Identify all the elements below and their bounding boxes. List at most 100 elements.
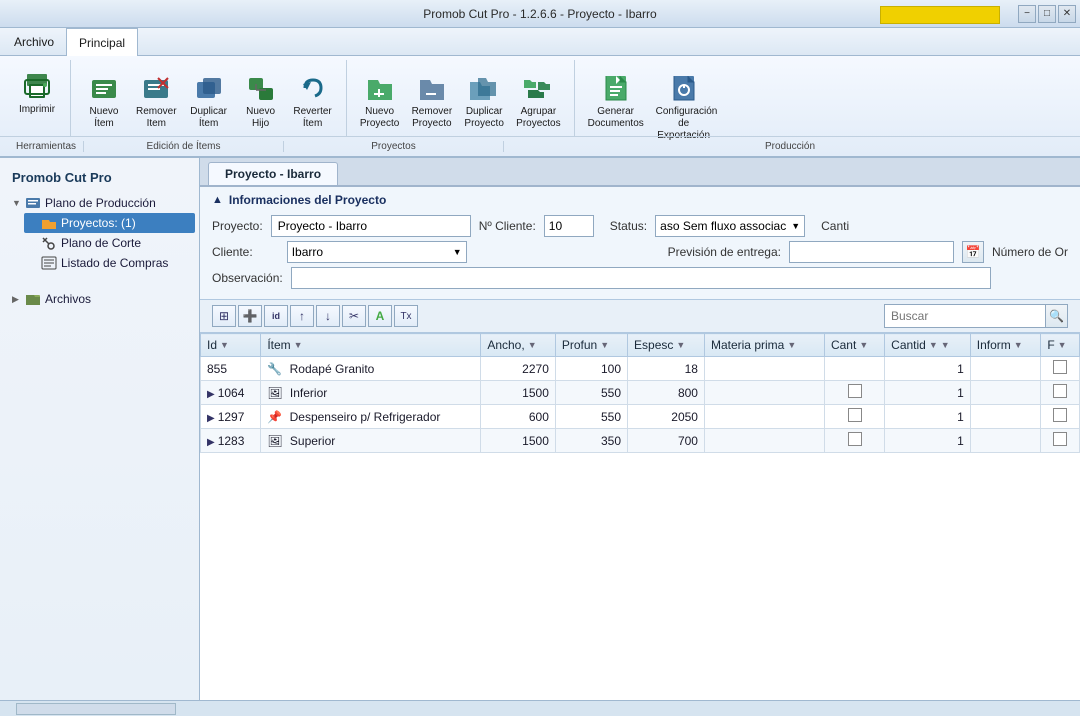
close-button[interactable]: ✕ — [1058, 5, 1076, 23]
btn-remover-item[interactable]: RemoverItem — [131, 68, 182, 134]
search-button[interactable]: 🔍 — [1045, 305, 1067, 327]
tb-tx-btn[interactable]: Tx — [394, 305, 418, 327]
cell-ancho-1297: 600 — [481, 405, 556, 429]
filter-id-icon[interactable]: ▼ — [220, 340, 229, 350]
cell-id-1283: ▶1283 — [201, 429, 261, 453]
btn-config-exportacion[interactable]: Configuraciónde Exportación — [651, 68, 717, 146]
tb-scissors-btn[interactable]: ✂ — [342, 305, 366, 327]
btn-generar-doc[interactable]: GenerarDocumentos — [583, 68, 649, 134]
cell-inform-1283 — [970, 429, 1041, 453]
checkbox-855[interactable] — [1053, 360, 1067, 374]
tree-archivos[interactable]: ▶ Archivos — [8, 289, 195, 309]
tb-up-btn[interactable]: ↑ — [290, 305, 314, 327]
col-inform: Inform ▼ — [970, 334, 1041, 357]
filter-ancho-icon[interactable]: ▼ — [528, 340, 537, 350]
filter-profun-icon[interactable]: ▼ — [600, 340, 609, 350]
nro-cliente-input[interactable] — [544, 215, 594, 237]
duplicar-item-icon — [193, 72, 225, 104]
app-body: Promob Cut Pro ▼ Plano de Producción Pro… — [0, 158, 1080, 700]
prevision-input[interactable] — [789, 241, 954, 263]
expand-1283[interactable]: ▶ — [207, 437, 215, 448]
btn-nuevo-item[interactable]: NuevoÍtem — [79, 68, 129, 134]
toolbar-strip: ⊞ ➕ id ↑ ↓ ✂ A Tx — [200, 300, 1080, 333]
checkbox-cant-1283[interactable] — [848, 432, 862, 446]
btn-agrupar-proyectos[interactable]: AgruparProyectos — [511, 68, 565, 134]
btn-nuevo-proyecto[interactable]: NuevoProyecto — [355, 68, 405, 134]
yellow-indicator — [880, 6, 1000, 24]
tb-grid-btn[interactable]: ⊞ — [212, 305, 236, 327]
filter-inform-icon[interactable]: ▼ — [1014, 340, 1023, 350]
nuevo-item-icon — [88, 72, 120, 104]
cell-materia-1064 — [704, 381, 824, 405]
btn-duplicar-proyecto[interactable]: DuplicarProyecto — [459, 68, 509, 134]
cell-id-1297: ▶1297 — [201, 405, 261, 429]
col-profun: Profun ▼ — [555, 334, 627, 357]
maximize-button[interactable]: □ — [1038, 5, 1056, 23]
bottom-scroll — [0, 700, 1080, 716]
status-dropdown[interactable]: aso Sem fluxo associac ▼ — [655, 215, 805, 237]
tab-proyecto-ibarro[interactable]: Proyecto - Ibarro — [208, 162, 338, 185]
horizontal-scrollbar[interactable] — [16, 703, 176, 715]
calendar-button[interactable]: 📅 — [962, 241, 984, 263]
checkbox-cant-1064[interactable] — [848, 384, 862, 398]
remover-item-label: RemoverItem — [136, 106, 177, 130]
filter-f-icon[interactable]: ▼ — [1058, 340, 1067, 350]
checkbox-cant-1297[interactable] — [848, 408, 862, 422]
tb-add-btn[interactable]: ➕ — [238, 305, 262, 327]
cell-cantid-1297: 1 — [885, 405, 971, 429]
cell-materia-1297 — [704, 405, 824, 429]
tx-icon: Tx — [400, 311, 411, 322]
search-box: 🔍 — [884, 304, 1068, 328]
expand-1064[interactable]: ▶ — [207, 389, 215, 400]
reverter-item-icon — [297, 72, 329, 104]
section-toggle[interactable]: ▲ — [212, 194, 223, 206]
tree-listado-compras[interactable]: Listado de Compras — [24, 253, 195, 273]
filter-materia-icon[interactable]: ▼ — [787, 340, 796, 350]
cliente-dropdown[interactable]: Ibarro ▼ — [287, 241, 467, 263]
tb-id-btn[interactable]: id — [264, 305, 288, 327]
cell-profun-1283: 350 — [555, 429, 627, 453]
filter-cant-icon[interactable]: ▼ — [859, 340, 868, 350]
btn-nuevo-hijo[interactable]: NuevoHijo — [236, 68, 286, 134]
listado-compras-icon — [40, 256, 58, 270]
minimize-button[interactable]: − — [1018, 5, 1036, 23]
btn-remover-proyecto[interactable]: RemoverProyecto — [407, 68, 458, 134]
cell-espesc-855: 18 — [628, 357, 705, 381]
search-input[interactable] — [885, 305, 1045, 327]
btn-imprimir[interactable]: Imprimir — [12, 66, 62, 120]
expand-1297[interactable]: ▶ — [207, 413, 215, 424]
btn-duplicar-item[interactable]: DuplicarÍtem — [184, 68, 234, 134]
menu-principal[interactable]: Principal — [66, 28, 138, 56]
tree-proyectos-label: Proyectos: (1) — [61, 216, 136, 230]
cell-cant-1297 — [824, 405, 884, 429]
btn-reverter-item[interactable]: ReverterÍtem — [288, 68, 338, 134]
cell-id-855: 855 — [201, 357, 261, 381]
checkbox-f-1283[interactable] — [1053, 432, 1067, 446]
tb-down-btn[interactable]: ↓ — [316, 305, 340, 327]
tree-plano-corte[interactable]: Plano de Corte — [24, 233, 195, 253]
tree-plano-produccion[interactable]: ▼ Plano de Producción — [8, 193, 195, 213]
filter-cantid2-icon[interactable]: ▼ — [941, 340, 950, 350]
cell-id-1064: ▶1064 — [201, 381, 261, 405]
filter-espesc-icon[interactable]: ▼ — [676, 340, 685, 350]
cell-profun-1064: 550 — [555, 381, 627, 405]
observacion-input[interactable] — [291, 267, 991, 289]
filter-cantid-icon[interactable]: ▼ — [929, 340, 938, 350]
checkbox-f-1064[interactable] — [1053, 384, 1067, 398]
plano-corte-icon — [40, 236, 58, 250]
config-exportacion-icon — [668, 72, 700, 104]
checkbox-f-1297[interactable] — [1053, 408, 1067, 422]
cell-profun-855: 100 — [555, 357, 627, 381]
section-title: Informaciones del Proyecto — [229, 193, 386, 207]
label-edicion: Edición de Ítems — [84, 141, 284, 152]
filter-item-icon[interactable]: ▼ — [294, 340, 303, 350]
data-table: Id ▼ Ítem ▼ Ancho, — [200, 333, 1080, 453]
tree-proyectos[interactable]: Proyectos: (1) — [24, 213, 195, 233]
proyecto-input[interactable] — [271, 215, 471, 237]
tree-plano-label: Plano de Producción — [45, 196, 156, 210]
scissors-icon: ✂ — [349, 309, 359, 323]
tb-a-btn[interactable]: A — [368, 305, 392, 327]
btn-imprimir-label: Imprimir — [19, 104, 55, 116]
nuevo-proyecto-icon — [364, 72, 396, 104]
menu-archivo[interactable]: Archivo — [2, 28, 66, 55]
